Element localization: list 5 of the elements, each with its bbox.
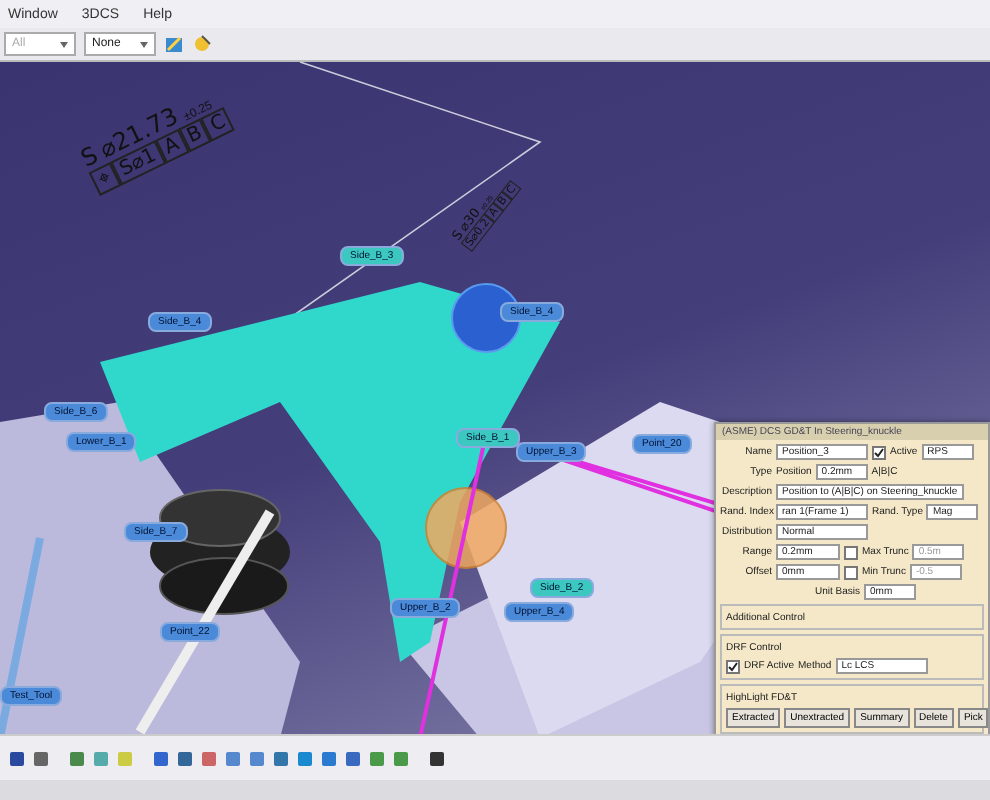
- checkbox[interactable]: [726, 659, 740, 673]
- checkbox[interactable]: [872, 445, 886, 459]
- gdt-frame-cell: B: [177, 117, 213, 153]
- caret-icon[interactable]: [140, 41, 148, 47]
- toolbar-icon[interactable]: [192, 34, 212, 54]
